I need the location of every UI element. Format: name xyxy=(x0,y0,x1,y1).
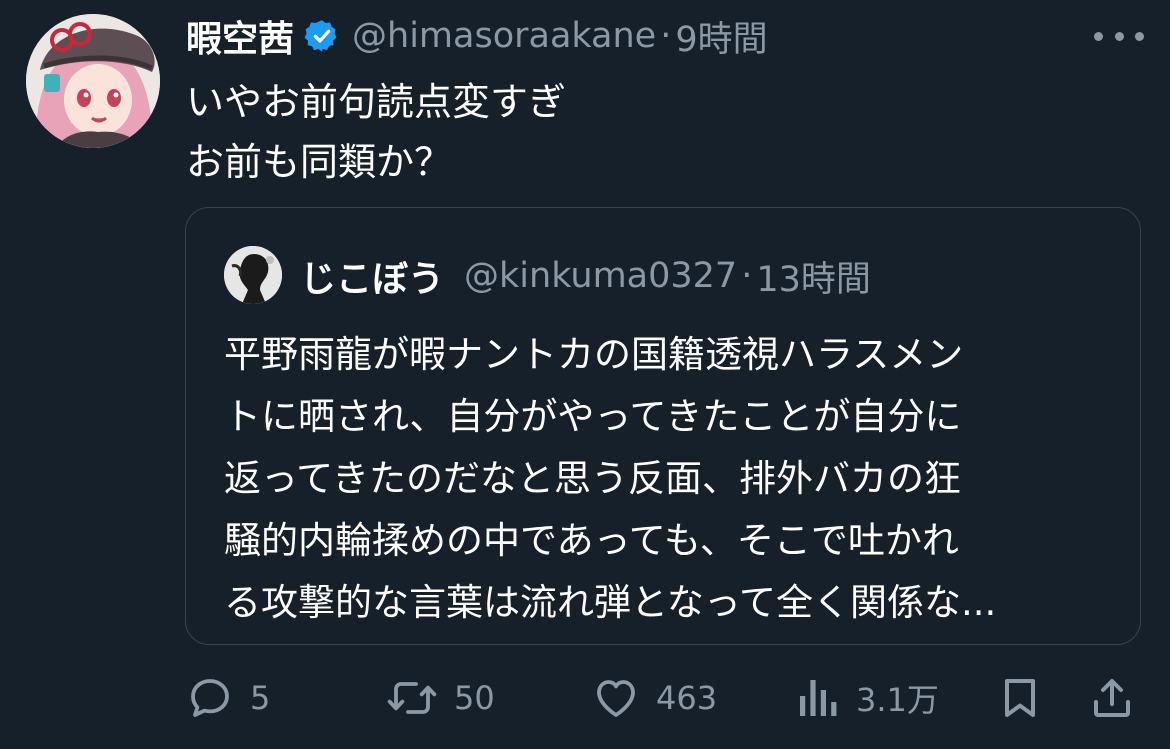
like-button[interactable]: 463 xyxy=(592,668,717,728)
tweet-header: 暇空茜 @himasoraakane · 9時間 xyxy=(186,10,768,62)
verified-badge-icon xyxy=(304,18,340,54)
tweet-text: いやお前句読点変すぎ お前も同類か？ xyxy=(186,72,1126,192)
views-icon xyxy=(800,680,837,716)
quoted-text-line: 平野雨龍が暇ナントカの国籍透視ハラスメン xyxy=(224,333,964,376)
more-dot xyxy=(1094,31,1103,41)
quoted-text-line: トに晒され、自分がやってきたことが自分に xyxy=(224,395,962,438)
action-bar: 5 50 463 3.1万 xyxy=(0,668,1170,728)
quoted-timestamp[interactable]: 13時間 xyxy=(756,251,871,302)
reply-icon xyxy=(191,679,229,717)
repost-icon xyxy=(387,682,437,714)
tweet-timestamp[interactable]: 9時間 xyxy=(675,11,767,62)
author-avatar[interactable] xyxy=(26,14,160,148)
more-dot xyxy=(1114,31,1124,41)
more-icon[interactable] xyxy=(1094,30,1144,42)
like-count: 463 xyxy=(656,679,718,717)
quoted-text-line: る攻撃的な言葉は流れ弾となって全く関係な... xyxy=(224,581,997,624)
quoted-text: 平野雨龍が暇ナントカの国籍透視ハラスメン トに晒され、自分がやってきたことが自分… xyxy=(224,324,1114,634)
quoted-header: じこぼう @kinkuma0327 · 13時間 xyxy=(300,248,871,304)
author-handle[interactable]: @himasoraakane xyxy=(352,16,656,56)
bookmark-icon xyxy=(1005,679,1035,717)
quoted-author-avatar[interactable] xyxy=(224,246,282,304)
quoted-handle[interactable]: @kinkuma0327 xyxy=(464,256,737,296)
share-icon xyxy=(1094,679,1130,717)
more-dot xyxy=(1135,31,1144,41)
tweet-text-line: いやお前句読点変すぎ xyxy=(186,80,567,124)
quoted-display-name[interactable]: じこぼう xyxy=(300,250,444,302)
tweet: 暇空茜 @himasoraakane · 9時間 いやお前句読点変すぎ お前も同… xyxy=(0,0,1170,749)
quoted-tweet[interactable]: じこぼう @kinkuma0327 · 13時間 平野雨龍が暇ナントカの国籍透視… xyxy=(185,207,1141,645)
reply-count: 5 xyxy=(250,679,271,717)
quoted-text-line: 騒的内輪揉めの中であっても、そこで吐かれ xyxy=(224,519,959,562)
views-count: 3.1万 xyxy=(856,681,939,719)
bookmark-button[interactable] xyxy=(996,668,1044,728)
share-button[interactable] xyxy=(1088,668,1136,728)
repost-count: 50 xyxy=(454,679,495,717)
quoted-separator: · xyxy=(741,256,753,296)
reply-button[interactable]: 5 xyxy=(186,668,270,728)
views-button[interactable]: 3.1万 xyxy=(796,668,939,728)
like-icon xyxy=(597,680,635,717)
author-display-name[interactable]: 暇空茜 xyxy=(186,10,294,62)
tweet-text-line: お前も同類か？ xyxy=(186,140,453,184)
repost-button[interactable]: 50 xyxy=(386,668,495,728)
header-separator: · xyxy=(660,16,672,56)
quoted-text-line: 返ってきたのだなと思う反面、排外バカの狂 xyxy=(224,457,962,500)
